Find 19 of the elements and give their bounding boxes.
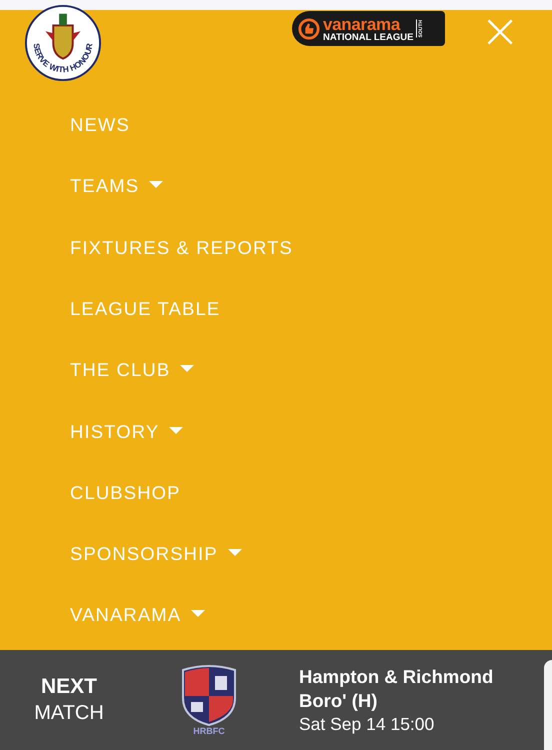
menu-item[interactable]: TEAMS: [70, 156, 164, 217]
menu-item[interactable]: FIXTURES & REPORTS: [70, 216, 293, 278]
next-label: NEXT: [40, 674, 97, 700]
menu-item[interactable]: HISTORY: [70, 400, 184, 462]
close-button[interactable]: ×: [478, 13, 522, 50]
crest-caption: HRBFC: [193, 726, 225, 736]
menu-item[interactable]: NEWS: [70, 94, 130, 156]
menu-item[interactable]: LEAGUE TABLE: [70, 278, 220, 340]
match-label: MATCH: [34, 700, 104, 726]
opponent-name: Hampton & Richmond Boro' (H): [299, 664, 494, 713]
match-datetime: Sat Sep 14 15:00: [299, 712, 436, 736]
menu-item[interactable]: CLUBSHOP: [70, 462, 181, 524]
league-name: NATIONAL LEAGUE: [323, 32, 414, 42]
shield-icon: [179, 664, 239, 726]
brand-name: vanarama: [323, 16, 400, 33]
menu-item[interactable]: THE CLUB: [70, 340, 194, 401]
menu-item[interactable]: VANARAMA: [70, 584, 206, 646]
thumbs-up-icon: [298, 18, 320, 40]
menu-item[interactable]: SPONSORSHIP: [70, 523, 242, 585]
